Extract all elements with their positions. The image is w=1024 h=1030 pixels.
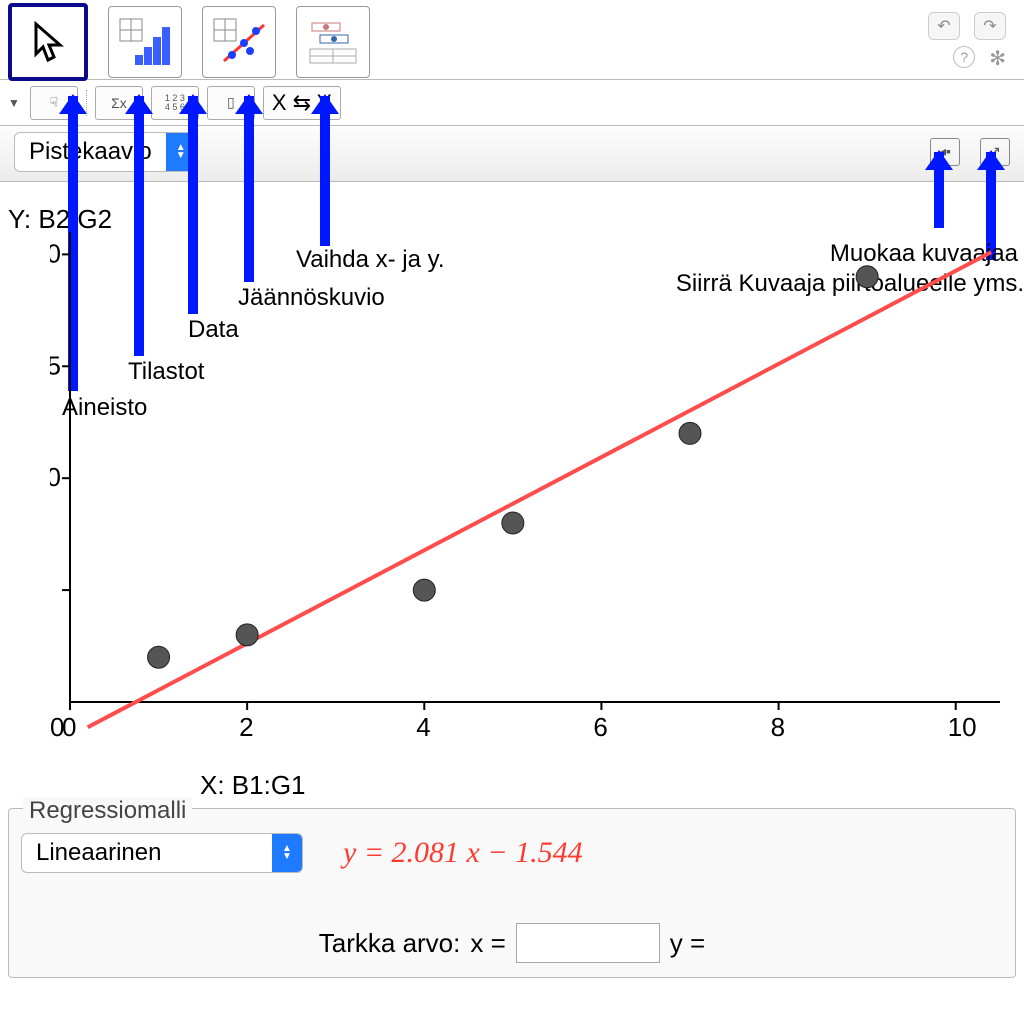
arrow-muokkaa [934, 152, 944, 228]
multi-var-tool-button[interactable] [296, 6, 370, 78]
regression-title: Regressiomalli [23, 797, 192, 825]
top-right-controls: ↶ ↷ ? ✻ [928, 12, 1016, 71]
svg-text:8: 8 [771, 712, 785, 742]
exact-x-label: x = [470, 928, 505, 959]
chevron-updown-icon: ▲▼ [272, 834, 302, 872]
exact-value-group: Tarkka arvo: x = y = [21, 923, 1003, 963]
pointer-tool-button[interactable] [8, 3, 88, 81]
chart-type-row: Pistekaavio ▲▼ ◂▪ ↗ [0, 126, 1024, 182]
undo-button[interactable]: ↶ [928, 12, 960, 40]
svg-text:20: 20 [50, 238, 61, 268]
svg-text:6: 6 [593, 712, 607, 742]
svg-text:2: 2 [239, 712, 253, 742]
svg-text:4: 4 [416, 712, 430, 742]
chart-type-dropdown[interactable]: Pistekaavio ▲▼ [14, 132, 197, 172]
collapse-icon[interactable]: ▼ [8, 96, 20, 110]
main-toolbar: ↶ ↷ ? ✻ [0, 0, 1024, 80]
exact-label: Tarkka arvo: [319, 928, 461, 959]
chart-area: Y: B2:G2 Aineisto Tilastot Data Jäännösk… [0, 182, 1024, 802]
undo-icon: ↶ [937, 16, 950, 36]
regression-model-dropdown[interactable]: Lineaarinen ▲▼ [21, 833, 303, 873]
help-icon[interactable]: ? [953, 46, 975, 68]
redo-button[interactable]: ↷ [974, 12, 1006, 40]
svg-text:10: 10 [948, 712, 977, 742]
redo-icon: ↷ [983, 16, 996, 36]
svg-text:10: 10 [50, 462, 61, 492]
regression-model-label: Lineaarinen [22, 839, 272, 867]
one-var-tool-button[interactable] [108, 6, 182, 78]
settings-icon[interactable]: ✻ [989, 46, 1006, 71]
svg-text:0: 0 [50, 712, 64, 742]
regression-panel: Regressiomalli Lineaarinen ▲▼ y = 2.081 … [8, 808, 1016, 978]
split-icon: ▯ [227, 94, 235, 111]
scatter-plot[interactable]: 024681051015200 [50, 222, 1010, 742]
exact-x-input[interactable] [516, 923, 660, 963]
exact-y-label: y = [670, 928, 705, 959]
x-axis-label: X: B1:G1 [200, 770, 306, 801]
regression-equation: y = 2.081 x − 1.544 [343, 836, 583, 870]
two-var-tool-button[interactable] [202, 6, 276, 78]
svg-text:15: 15 [50, 350, 61, 380]
secondary-toolbar: ▼ ☟ Σx 1 2 34 5 6 ▯ X ⇆ Y [0, 80, 1024, 126]
hand-icon: ☟ [50, 94, 59, 111]
